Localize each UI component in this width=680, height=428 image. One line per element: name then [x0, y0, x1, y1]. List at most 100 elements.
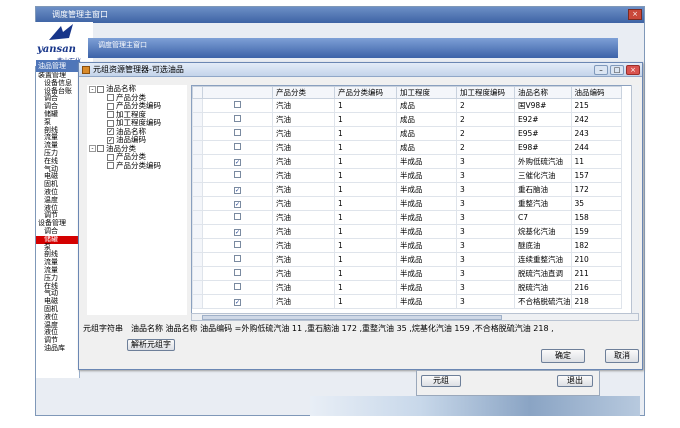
table-row[interactable]: 汽油 1 成品 2 E92# 242 — [192, 112, 622, 127]
left-tree-item[interactable]: 储罐 — [36, 235, 79, 244]
row-header[interactable] — [192, 224, 203, 239]
horizontal-scrollbar[interactable] — [191, 313, 639, 321]
table-row[interactable]: 汽油 1 半成品 3 三催化汽油 157 — [192, 168, 622, 183]
cancel-button[interactable]: 取消 — [605, 349, 639, 363]
row-header[interactable] — [192, 238, 203, 253]
checkbox-cell[interactable] — [202, 280, 273, 295]
column-header[interactable]: 产品分类 — [272, 86, 335, 99]
row-checkbox[interactable]: ✓ — [234, 299, 241, 306]
row-header[interactable] — [192, 168, 203, 183]
checkbox[interactable]: ✓ — [107, 136, 114, 144]
parse-tuple-button[interactable]: 解析元组字 — [127, 339, 175, 351]
checkbox[interactable] — [107, 119, 114, 127]
row-header[interactable] — [192, 280, 203, 295]
left-tree-item[interactable]: 油品库 — [36, 344, 79, 353]
bg-exit-button[interactable]: 退出 — [557, 375, 593, 387]
column-header[interactable]: 产品分类编码 — [334, 86, 397, 99]
row-header[interactable] — [192, 182, 203, 197]
table-row[interactable]: 汽油 1 成品 2 E98# 244 — [192, 140, 622, 155]
table-row[interactable]: 汽油 1 半成品 3 醚底油 182 — [192, 238, 622, 253]
row-checkbox[interactable] — [234, 129, 241, 136]
table-row[interactable]: 汽油 1 半成品 3 脱硫汽油 216 — [192, 280, 622, 295]
checkbox-cell[interactable] — [202, 112, 273, 127]
row-checkbox[interactable]: ✓ — [234, 229, 241, 236]
close-icon[interactable]: × — [626, 65, 640, 75]
checkbox-cell[interactable]: ✓ — [202, 294, 273, 309]
checkbox-cell[interactable] — [202, 266, 273, 281]
column-header[interactable]: 油品名称 — [514, 86, 572, 99]
row-header[interactable] — [192, 98, 203, 113]
checkbox-cell[interactable]: ✓ — [202, 154, 273, 169]
minimize-icon[interactable]: – — [594, 65, 608, 75]
table-row[interactable]: 汽油 1 半成品 3 脱硫汽油直调 211 — [192, 266, 622, 281]
column-header[interactable] — [202, 86, 273, 99]
row-checkbox[interactable] — [234, 171, 241, 178]
column-header[interactable]: 油品编码 — [570, 86, 622, 99]
table-row[interactable]: ✓ 汽油 1 半成品 3 外购低硫汽油 11 — [192, 154, 622, 169]
collapse-icon[interactable]: - — [89, 85, 96, 93]
row-header[interactable] — [192, 266, 203, 281]
row-checkbox[interactable] — [234, 213, 241, 220]
row-header[interactable] — [192, 126, 203, 141]
vertical-scrollbar[interactable] — [631, 85, 639, 313]
checkbox-cell[interactable] — [202, 98, 273, 113]
checkbox-cell[interactable] — [202, 168, 273, 183]
row-checkbox[interactable] — [234, 269, 241, 276]
row-checkbox[interactable] — [234, 101, 241, 108]
second-window-title: 调度管理主窗口 — [88, 38, 618, 58]
table-row[interactable]: ✓ 汽油 1 半成品 3 重整汽油 35 — [192, 196, 622, 211]
checkbox-cell[interactable] — [202, 238, 273, 253]
row-header[interactable] — [192, 210, 203, 225]
table-cell: 35 — [570, 196, 622, 211]
checkbox-cell[interactable] — [202, 140, 273, 155]
table-row[interactable]: ✓ 汽油 1 半成品 3 不合格脱硫汽油 218 — [192, 294, 622, 309]
table-row[interactable]: 汽油 1 成品 2 国V98# 215 — [192, 98, 622, 113]
row-checkbox[interactable] — [234, 255, 241, 262]
table-row[interactable]: 汽油 1 半成品 3 连续重整汽油 210 — [192, 252, 622, 267]
row-header[interactable] — [192, 294, 203, 309]
row-header[interactable] — [192, 252, 203, 267]
checkbox-cell[interactable]: ✓ — [202, 224, 273, 239]
checkbox[interactable] — [97, 145, 104, 152]
field-tree-item[interactable]: 产品分类编码 — [87, 161, 187, 171]
table-row[interactable]: ✓ 汽油 1 半成品 3 烷基化汽油 159 — [192, 224, 622, 239]
tuple-string-value[interactable]: 油品名称 油品名称 油品编码 =外购低硫汽油 11 ,重石脑油 172 ,重整汽… — [131, 323, 591, 334]
row-checkbox[interactable]: ✓ — [234, 201, 241, 208]
row-checkbox[interactable] — [234, 115, 241, 122]
left-tree-item[interactable]: 储罐 — [36, 110, 79, 119]
row-header[interactable] — [192, 140, 203, 155]
column-header[interactable]: 加工程度 — [396, 86, 457, 99]
table-row[interactable]: 汽油 1 半成品 3 C7 158 — [192, 210, 622, 225]
table-row[interactable]: ✓ 汽油 1 半成品 3 重石脑油 172 — [192, 182, 622, 197]
bg-tuple-button[interactable]: 元组 — [421, 375, 461, 387]
row-checkbox[interactable] — [234, 283, 241, 290]
left-tab[interactable]: 油品管理 — [36, 60, 80, 72]
checkbox[interactable]: ✓ — [107, 128, 114, 135]
checkbox-cell[interactable] — [202, 210, 273, 225]
collapse-icon[interactable]: - — [89, 145, 96, 152]
scroll-thumb[interactable] — [202, 315, 502, 320]
checkbox[interactable] — [107, 111, 114, 118]
checkbox-cell[interactable] — [202, 126, 273, 141]
checkbox-cell[interactable]: ✓ — [202, 182, 273, 197]
row-header[interactable] — [192, 112, 203, 127]
checkbox[interactable] — [97, 85, 104, 93]
checkbox-cell[interactable] — [202, 252, 273, 267]
table-row[interactable]: 汽油 1 成品 2 E95# 243 — [192, 126, 622, 141]
row-checkbox[interactable] — [234, 241, 241, 248]
close-icon[interactable]: × — [628, 9, 642, 20]
row-checkbox[interactable]: ✓ — [234, 159, 241, 166]
row-header[interactable] — [192, 196, 203, 211]
row-header[interactable] — [192, 154, 203, 169]
checkbox[interactable] — [107, 94, 114, 101]
maximize-icon[interactable]: □ — [610, 65, 624, 75]
field-tree-item[interactable]: ✓ 油品编码 — [87, 135, 187, 145]
checkbox[interactable] — [107, 102, 114, 110]
column-header[interactable]: 加工程度编码 — [456, 86, 515, 99]
checkbox[interactable] — [107, 153, 114, 161]
checkbox-cell[interactable]: ✓ — [202, 196, 273, 211]
row-checkbox[interactable] — [234, 143, 241, 150]
row-checkbox[interactable]: ✓ — [234, 187, 241, 194]
checkbox[interactable] — [107, 162, 114, 169]
ok-button[interactable]: 确定 — [541, 349, 585, 363]
